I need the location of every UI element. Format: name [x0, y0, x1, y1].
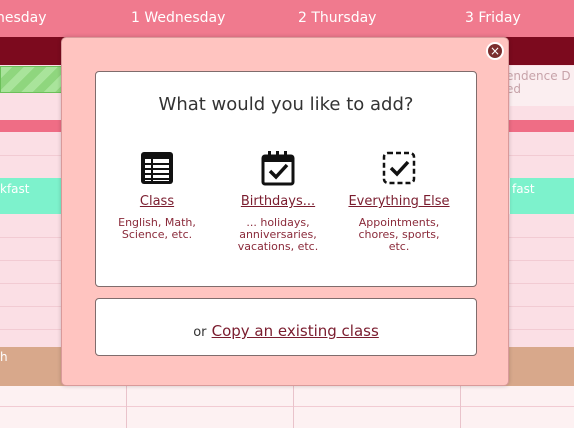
- everything-desc-line: etc.: [388, 240, 410, 253]
- day-header-thursday[interactable]: 2 Thursday: [298, 10, 376, 26]
- column-divider: [293, 386, 294, 428]
- day-header-tuesday: nesday: [0, 10, 47, 26]
- day-header-friday[interactable]: 3 Friday: [465, 10, 521, 26]
- lunch-text-left: h: [0, 350, 8, 364]
- event-right-text: endence D ed: [506, 70, 571, 96]
- add-birthdays-option[interactable]: Birthdays... ... holidays, anniversaries…: [223, 150, 333, 253]
- add-everything-else-option[interactable]: Everything Else Appointments, chores, sp…: [344, 150, 454, 253]
- birthdays-option-desc: ... holidays, anniversaries, vacations, …: [223, 217, 333, 253]
- copy-existing-class-link[interactable]: Copy an existing class: [212, 322, 379, 340]
- table-icon: [141, 152, 173, 184]
- birthdays-desc-line: vacations, etc.: [237, 240, 319, 253]
- event-green-block[interactable]: [0, 66, 62, 93]
- breakfast-text-right: fast: [512, 182, 535, 196]
- day-header-wednesday[interactable]: 1 Wednesday: [131, 10, 225, 26]
- class-option-label[interactable]: Class: [102, 194, 212, 209]
- options-panel: What would you like to add? Class Englis…: [95, 71, 477, 287]
- column-divider: [460, 386, 461, 428]
- dialog-question: What would you like to add?: [158, 94, 414, 115]
- grid-line: [0, 406, 574, 407]
- calendar-check-icon: [261, 151, 295, 186]
- everything-else-option-label[interactable]: Everything Else: [344, 194, 454, 209]
- column-divider: [126, 386, 127, 428]
- close-icon[interactable]: ×: [486, 42, 504, 60]
- add-item-dialog: × What would you like to add? Class Engl…: [61, 37, 509, 386]
- time-rows-bottom: [0, 386, 574, 428]
- breakfast-text-left: kfast: [0, 182, 30, 196]
- everything-else-option-desc: Appointments, chores, sports, etc.: [344, 217, 454, 253]
- birthdays-option-label[interactable]: Birthdays...: [223, 194, 333, 209]
- copy-prefix: or: [193, 325, 207, 340]
- event-right-line2: ed: [506, 82, 521, 96]
- copy-class-panel: or Copy an existing class: [95, 298, 477, 356]
- day-header-bar: nesday 1 Wednesday 2 Thursday 3 Friday: [0, 0, 574, 37]
- class-option-desc: English, Math, Science, etc.: [102, 217, 212, 241]
- copy-class-line: or Copy an existing class: [96, 321, 476, 340]
- dashed-checkbox-icon: [382, 151, 416, 185]
- add-class-option[interactable]: Class English, Math, Science, etc.: [102, 150, 212, 241]
- class-desc-line: Science, etc.: [121, 228, 193, 241]
